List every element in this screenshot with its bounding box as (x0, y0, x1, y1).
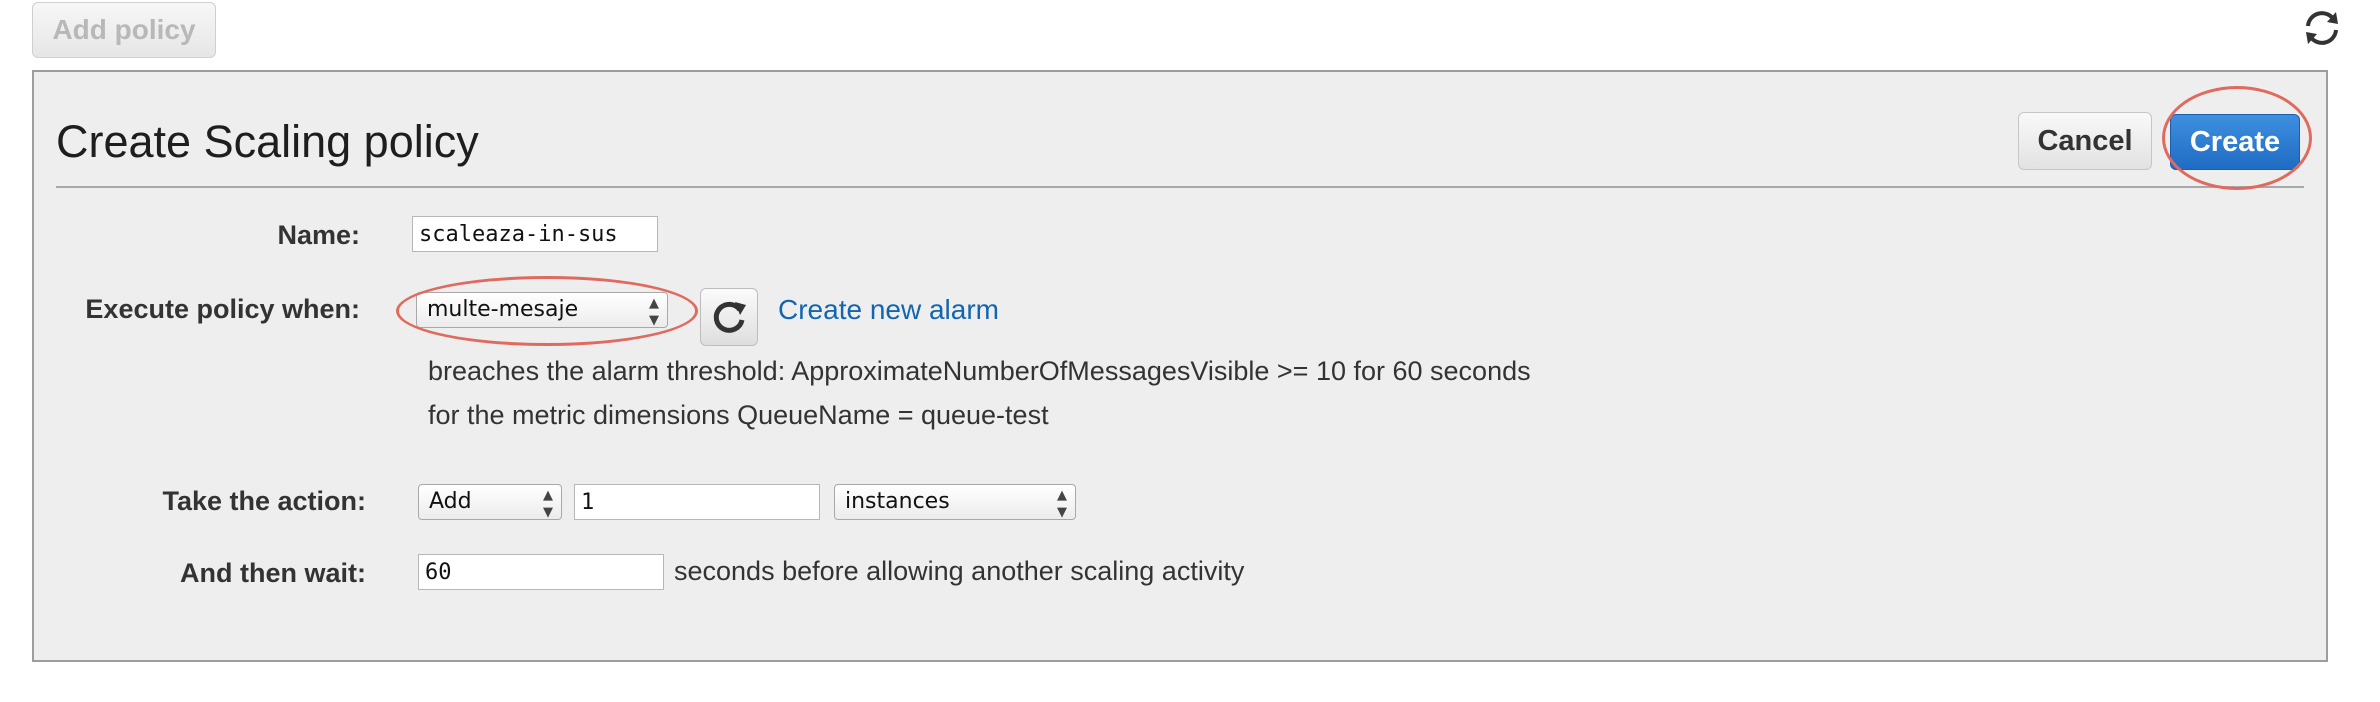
refresh-cycle-icon[interactable] (2300, 6, 2344, 50)
refresh-icon (713, 301, 746, 333)
action-unit-select[interactable]: instances ▲ ▼ (834, 484, 1076, 520)
action-type-select[interactable]: Add ▲ ▼ (418, 484, 562, 520)
title-divider (56, 186, 2304, 188)
add-policy-button[interactable]: Add policy (32, 2, 216, 58)
name-input[interactable]: scaleaza-in-sus (412, 216, 658, 252)
action-amount-input[interactable]: 1 (574, 484, 820, 520)
create-scaling-policy-panel: Create Scaling policy Cancel Create Name… (32, 70, 2328, 662)
action-type-value: Add (429, 489, 472, 514)
name-label: Name: (277, 220, 360, 250)
wait-seconds-input[interactable]: 60 (418, 554, 664, 590)
action-unit-value: instances (845, 489, 950, 514)
create-highlight-ring (2162, 86, 2312, 190)
select-arrows-icon: ▲ ▼ (1057, 488, 1067, 520)
take-action-label: Take the action: (162, 486, 366, 516)
create-new-alarm-link[interactable]: Create new alarm (778, 294, 999, 326)
alarm-highlight-ring (396, 276, 698, 346)
alarm-refresh-button[interactable] (700, 288, 758, 346)
metric-dimensions-text: for the metric dimensions QueueName = qu… (428, 400, 1049, 430)
wait-suffix-text: seconds before allowing another scaling … (674, 556, 1245, 586)
panel-title: Create Scaling policy (56, 116, 479, 167)
cancel-button[interactable]: Cancel (2018, 112, 2152, 170)
breach-description: breaches the alarm threshold: Approximat… (428, 356, 1531, 386)
execute-policy-label: Execute policy when: (85, 294, 360, 324)
wait-label: And then wait: (180, 558, 366, 588)
select-arrows-icon: ▲ ▼ (543, 488, 553, 520)
